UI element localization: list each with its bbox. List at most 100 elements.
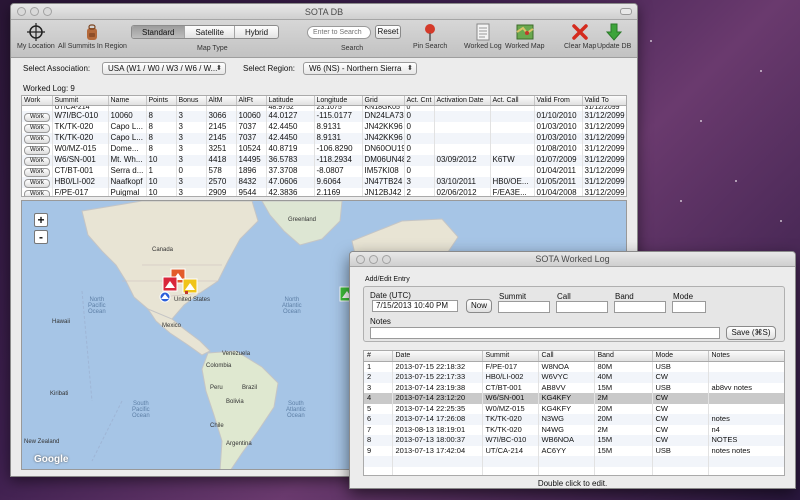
log-cell: CT/BT-001 <box>482 382 539 393</box>
log-col-header[interactable]: Mode <box>652 351 709 362</box>
work-button[interactable]: Work <box>24 156 50 166</box>
my-location-button[interactable]: My Location <box>17 23 55 50</box>
summit-cell: 0 <box>404 143 435 155</box>
notes-field[interactable] <box>370 327 720 339</box>
summit-col-header[interactable]: Latitude <box>266 96 315 106</box>
worked-log-table[interactable]: # Date Summit Call Band Mode Notes 1 2013-07-15… <box>363 350 785 476</box>
map-type-satellite[interactable]: Satellite <box>185 26 235 38</box>
all-summits-button[interactable]: All Summits In Region <box>58 23 127 50</box>
zoom-out-button[interactable]: - <box>34 230 48 244</box>
summit-col-header[interactable]: Work <box>22 96 53 106</box>
summit-row[interactable]: Work TK/TK-020 Capo L... 8 3 2145 7037 42.4450 8… <box>22 121 626 133</box>
mode-field[interactable] <box>672 301 706 313</box>
association-popup[interactable]: USA (W1 / W0 / W3 / W6 / W... ⬍ <box>102 62 226 75</box>
log-row[interactable]: 1 2013-07-15 22:18:32 F/PE-017 W8NOA 80M USB <box>364 361 784 372</box>
summit-col-header[interactable]: AltFt <box>236 96 267 106</box>
summit-cell: F/PE-017 <box>52 187 109 196</box>
toolbar-toggle-button[interactable] <box>620 8 632 15</box>
summit-col-header[interactable]: Grid <box>362 96 405 106</box>
save-button[interactable]: Save (⌘S) <box>726 326 776 340</box>
log-row[interactable]: 3 2013-07-14 23:19:38 CT/BT-001 AB8VV 15M USB… <box>364 382 784 393</box>
summit-field[interactable] <box>498 301 550 313</box>
work-button[interactable]: Work <box>24 145 50 155</box>
summit-col-header[interactable]: Valid From <box>534 96 583 106</box>
summit-row[interactable]: Work W7I/BC-010 10060 8 3 3066 10060 44.0127 -11… <box>22 110 626 122</box>
log-col-header[interactable]: Band <box>594 351 653 362</box>
region-popup[interactable]: W6 (NS) - Northern Sierra ⬍ <box>303 62 417 75</box>
work-button[interactable]: Work <box>24 189 50 196</box>
map-label-venezuela: Venezuela <box>222 351 251 357</box>
zoom-window-button[interactable] <box>382 255 391 264</box>
zoom-window-button[interactable] <box>43 7 52 16</box>
log-row[interactable]: 4 2013-07-14 23:12:20 W6/SN-001 KG4KFY 2M CW <box>364 393 784 404</box>
summit-col-header[interactable]: Summit <box>52 96 109 106</box>
now-button[interactable]: Now <box>466 299 492 313</box>
summit-col-header[interactable]: Name <box>108 96 147 106</box>
summit-row[interactable]: Work W0/MZ-015 Dome... 8 3 3251 10524 40.8719 -1… <box>22 143 626 155</box>
zoom-in-button[interactable]: + <box>34 213 48 227</box>
close-window-button[interactable] <box>17 7 26 16</box>
log-row[interactable]: 9 2013-07-13 17:42:04 UT/CA-214 AC6YY 15M USB… <box>364 445 784 456</box>
log-col-header[interactable]: Summit <box>482 351 539 362</box>
date-picker[interactable]: 7/15/2013 10:40 PM <box>372 300 458 312</box>
document-icon <box>476 23 490 41</box>
summit-table[interactable]: Work Summit Name Points Bonus AltM AltFt Latitu… <box>21 95 627 197</box>
log-col-header[interactable]: Call <box>538 351 595 362</box>
summit-row[interactable]: Work HB0/LI-002 Naafkopf 10 3 2570 8432 47.0606… <box>22 176 626 188</box>
summit-row[interactable]: Work W6/SN-001 Mt. Wh... 10 3 4418 14495 36.578… <box>22 154 626 166</box>
log-col-header[interactable]: # <box>364 351 393 362</box>
worked-map-button[interactable]: Worked Map <box>505 23 545 50</box>
summit-col-header[interactable]: Act. Cnt <box>404 96 435 106</box>
minimize-window-button[interactable] <box>30 7 39 16</box>
summit-col-header[interactable]: Longitude <box>314 96 363 106</box>
log-cell <box>708 393 784 404</box>
map-type-hybrid[interactable]: Hybrid <box>235 26 278 38</box>
log-row[interactable]: 6 2013-07-14 17:26:08 TK/TK-020 N3WG 20M CW no… <box>364 414 784 425</box>
summit-col-header[interactable]: Bonus <box>176 96 207 106</box>
work-button[interactable]: Work <box>24 112 50 122</box>
summit-cell: 01/03/2010 <box>534 121 583 133</box>
main-titlebar[interactable]: SOTA DB <box>11 4 637 20</box>
search-input[interactable] <box>307 26 371 39</box>
map-type-standard[interactable]: Standard <box>132 26 186 38</box>
work-button[interactable]: Work <box>24 134 50 144</box>
clear-map-button[interactable]: Clear Map <box>564 23 596 50</box>
minimize-window-button[interactable] <box>369 255 378 264</box>
log-row[interactable]: 8 2013-07-13 18:00:37 W7I/BC-010 WB6NOA 15M C… <box>364 435 784 446</box>
summit-cell: 8.9131 <box>314 121 363 133</box>
log-cell <box>708 456 784 467</box>
log-col-header[interactable]: Date <box>392 351 483 362</box>
summit-col-header[interactable]: AltM <box>206 96 237 106</box>
log-titlebar[interactable]: SOTA Worked Log <box>350 252 795 267</box>
work-button[interactable]: Work <box>24 178 50 188</box>
log-row[interactable]: 2 2013-07-15 22:17:33 HB0/LI-002 W6VYC 40M CW <box>364 372 784 383</box>
summit-row[interactable]: Work CT/BT-001 Serra d... 1 0 578 1896 37.3708-… <box>22 165 626 177</box>
log-cell: WB6NOA <box>538 435 595 446</box>
log-row[interactable]: 7 2013-08-13 18:19:01 TK/TK-020 N4WG 2M CW n4 <box>364 424 784 435</box>
summit-cell: 44.0127 <box>266 110 315 122</box>
work-cell: Work <box>22 132 53 144</box>
log-cell <box>538 466 595 475</box>
log-row[interactable]: 5 2013-07-14 22:25:35 W0/MZ-015 KG4KFY 20M CW <box>364 403 784 414</box>
call-field[interactable] <box>556 301 608 313</box>
update-db-button[interactable]: Update DB <box>597 23 631 50</box>
worked-log-button[interactable]: Worked Log <box>464 23 502 50</box>
summit-col-header[interactable]: Activation Date <box>434 96 491 106</box>
summit-row[interactable]: Work F/PE-017 Puigmal 10 3 2909 9544 42.3836 2.1… <box>22 187 626 196</box>
summit-cell: 8 <box>146 143 177 155</box>
log-cell <box>708 466 784 475</box>
summit-col-header[interactable]: Act. Call <box>490 96 535 106</box>
close-window-button[interactable] <box>356 255 365 264</box>
summit-col-header[interactable]: Points <box>146 96 177 106</box>
summit-row[interactable]: Work TK/TK-020 Capo L... 8 3 2145 7037 42.4450 8… <box>22 132 626 144</box>
pin-search-button[interactable]: Pin Search <box>413 23 447 50</box>
log-col-header[interactable]: Notes <box>708 351 784 362</box>
summit-cell: 8 <box>146 110 177 122</box>
summit-col-header[interactable]: Valid To <box>582 96 626 106</box>
map-label-greenland: Greenland <box>288 217 317 223</box>
work-button[interactable]: Work <box>24 123 50 133</box>
map-type-segmented-control[interactable]: Standard Satellite Hybrid <box>131 25 280 39</box>
band-field[interactable] <box>614 301 666 313</box>
work-button[interactable]: Work <box>24 167 50 177</box>
reset-button[interactable]: Reset <box>375 25 401 39</box>
